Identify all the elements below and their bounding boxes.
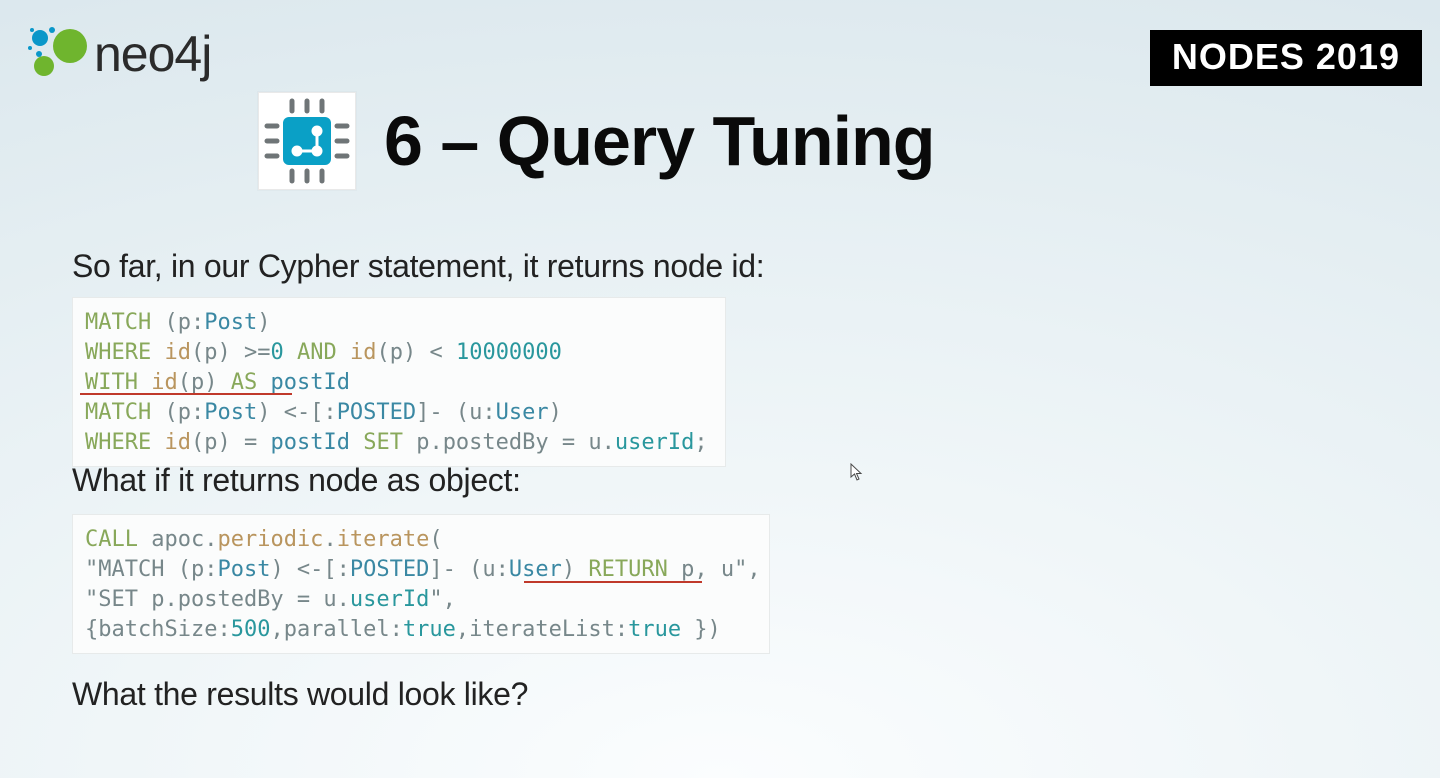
underline-with-clause [80,393,292,395]
neo4j-logo-mark [22,18,90,86]
code-block-1: MATCH (p:Post) WHERE id(p) >=0 AND id(p)… [72,297,726,467]
slide-title: 6 – Query Tuning [384,101,935,181]
title-row: 6 – Query Tuning [258,92,935,190]
chip-icon [258,92,356,190]
brand-logo: neo4j [22,18,211,86]
lead-text-1: So far, in our Cypher statement, it retu… [72,248,764,285]
conference-badge: NODES 2019 [1150,30,1422,86]
lead-text-3: What the results would look like? [72,676,528,713]
cursor-icon [850,463,864,484]
underline-return-clause [524,581,702,583]
lead-text-2: What if it returns node as object: [72,462,521,499]
code-block-2: CALL apoc.periodic.iterate( "MATCH (p:Po… [72,514,770,654]
brand-name: neo4j [94,29,211,79]
